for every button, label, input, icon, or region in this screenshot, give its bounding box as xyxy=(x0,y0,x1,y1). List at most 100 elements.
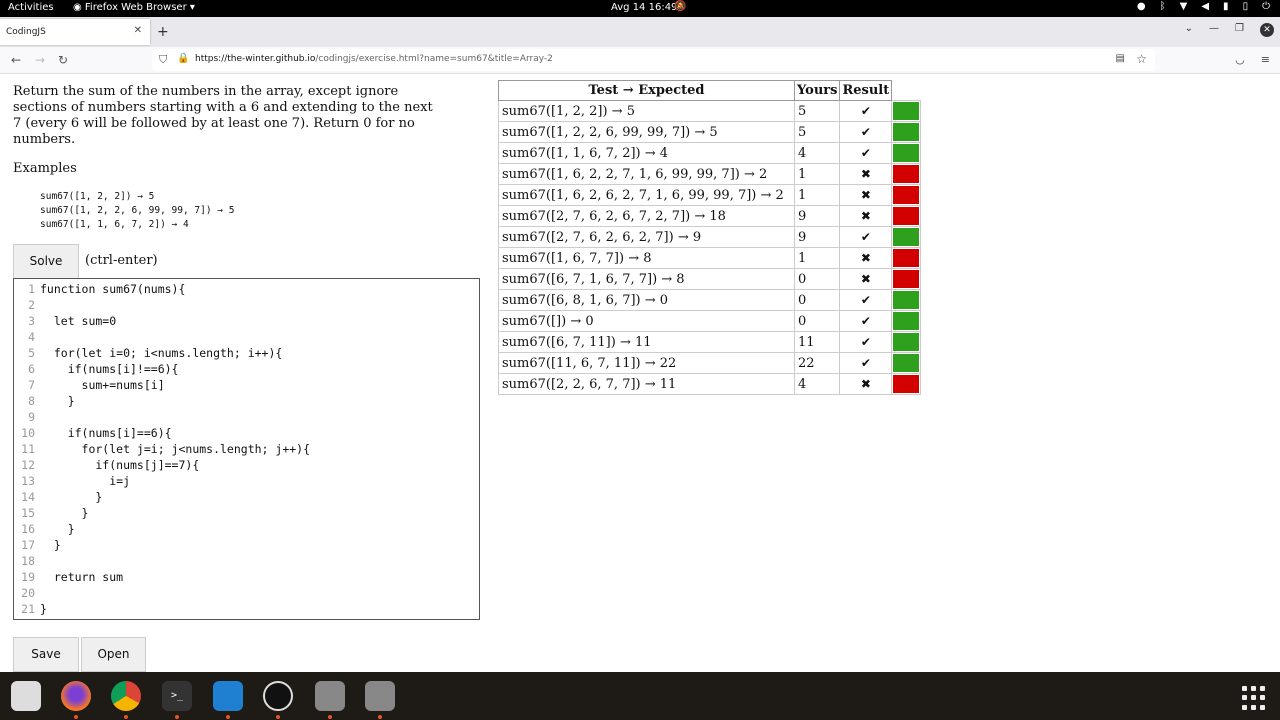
code-line[interactable]: 4 xyxy=(14,330,479,346)
tracking-protection-icon[interactable]: ⛉ xyxy=(159,53,167,67)
reader-view-icon[interactable]: ▤ xyxy=(1116,53,1125,64)
clock[interactable]: Avg 14 16:49 xyxy=(611,2,677,13)
close-tab-icon[interactable]: ✕ xyxy=(134,25,142,36)
open-button[interactable]: Open xyxy=(81,637,146,672)
list-tabs-icon[interactable]: ⌄ xyxy=(1185,23,1193,37)
fail-swatch xyxy=(893,249,920,267)
running-indicator xyxy=(175,715,179,719)
result-row: sum67([6, 8, 1, 6, 7]) → 0 0 ✔ xyxy=(498,289,922,311)
code-line[interactable]: 10 if(nums[i]==6){ xyxy=(14,426,479,442)
ssd-drive-icon[interactable] xyxy=(365,681,395,711)
code-line[interactable]: 19 return sum xyxy=(14,570,479,586)
code-line[interactable]: 17 } xyxy=(14,538,479,554)
check-icon: ✔ xyxy=(839,289,893,311)
code-line[interactable]: 12 if(nums[j]==7){ xyxy=(14,458,479,474)
show-applications-icon[interactable] xyxy=(1242,686,1266,710)
url-bar[interactable]: ⛉ 🔒 https://the-winter.github.io/codingj… xyxy=(152,49,1155,71)
pass-swatch xyxy=(893,333,920,351)
code-line[interactable]: 16 } xyxy=(14,522,479,538)
code-line[interactable]: 15 } xyxy=(14,506,479,522)
code-text: } xyxy=(40,490,103,504)
code-line[interactable]: 8 } xyxy=(14,394,479,410)
firefox-icon[interactable] xyxy=(61,681,91,711)
line-number: 16 xyxy=(21,522,35,536)
status-swatch-cell xyxy=(891,310,922,332)
result-row: sum67([]) → 0 0 ✔ xyxy=(498,310,922,332)
solve-button[interactable]: Solve xyxy=(13,244,79,279)
line-number: 9 xyxy=(28,410,35,424)
line-number: 11 xyxy=(21,442,35,456)
pass-swatch xyxy=(893,144,920,162)
app-menu[interactable]: ◉ Firefox Web Browser ▾ xyxy=(73,2,195,13)
code-editor[interactable]: 1 function sum67(nums){2 3 let sum=0 4 5 for… xyxy=(13,278,480,620)
tab-codingjs[interactable]: CodingJS ✕ xyxy=(0,19,150,45)
code-line[interactable]: 1 function sum67(nums){ xyxy=(14,282,479,298)
url-text[interactable]: https://the-winter.github.io/codingjs/ex… xyxy=(195,54,553,64)
result-row: sum67([2, 7, 6, 2, 6, 2, 7]) → 9 9 ✔ xyxy=(498,226,922,248)
check-icon: ✔ xyxy=(839,310,893,332)
code-line[interactable]: 21} xyxy=(14,602,479,618)
obs-icon[interactable] xyxy=(263,681,293,711)
code-line[interactable]: 13 i=j xyxy=(14,474,479,490)
example-line: sum67([1, 2, 2]) → 5 xyxy=(40,191,155,202)
code-line[interactable]: 5 for(let i=0; i<nums.length; i++){ xyxy=(14,346,479,362)
code-line[interactable]: 6 if(nums[i]!==6){ xyxy=(14,362,479,378)
pass-swatch xyxy=(893,102,920,120)
close-window-icon[interactable]: ✕ xyxy=(1260,23,1274,37)
header-result: Result xyxy=(839,80,893,101)
system-tray[interactable]: ● ᛒ ▼ ◀ ▮ ▯ ⏻ xyxy=(1137,1,1270,12)
reload-icon[interactable]: ↻ xyxy=(58,53,68,67)
code-line[interactable]: 3 let sum=0 xyxy=(14,314,479,330)
test-cell: sum67([1, 6, 2, 6, 2, 7, 1, 6, 99, 99, 7… xyxy=(498,184,795,206)
cross-icon: ✖ xyxy=(839,373,893,395)
code-line[interactable]: 9 xyxy=(14,410,479,426)
yours-cell: 1 xyxy=(793,247,841,269)
status-swatch-cell xyxy=(891,352,922,374)
running-indicator xyxy=(226,715,230,719)
ssd-drive-icon[interactable] xyxy=(315,681,345,711)
status-swatch-cell xyxy=(891,184,922,206)
code-line[interactable]: 7 sum+=nums[i] xyxy=(14,378,479,394)
code-line[interactable]: 11 for(let j=i; j<nums.length; j++){ xyxy=(14,442,479,458)
status-swatch-cell xyxy=(891,226,922,248)
bookmark-star-icon[interactable]: ☆ xyxy=(1136,52,1147,66)
restore-icon[interactable]: ❐ xyxy=(1235,23,1244,37)
check-icon: ✔ xyxy=(839,142,893,164)
terminal-icon[interactable]: >_ xyxy=(162,681,192,711)
forward-icon[interactable]: → xyxy=(35,53,45,67)
vscode-icon[interactable] xyxy=(213,681,243,711)
line-number: 10 xyxy=(21,426,35,440)
files-icon[interactable] xyxy=(11,681,41,711)
yours-cell: 0 xyxy=(793,289,841,311)
code-text: sum+=nums[i] xyxy=(40,378,165,392)
activities-button[interactable]: Activities xyxy=(8,2,54,13)
code-line[interactable]: 2 xyxy=(14,298,479,314)
code-line[interactable]: 18 xyxy=(14,554,479,570)
code-text: for(let i=0; i<nums.length; i++){ xyxy=(40,346,283,360)
line-number: 4 xyxy=(28,330,35,344)
navigation-bar: ← → ↻ ⛉ 🔒 https://the-winter.github.io/c… xyxy=(0,47,1280,74)
code-line[interactable]: 14 } xyxy=(14,490,479,506)
cross-icon: ✖ xyxy=(839,163,893,185)
running-indicator xyxy=(276,715,280,719)
line-number: 7 xyxy=(28,378,35,392)
new-tab-icon[interactable]: + xyxy=(157,24,169,40)
status-swatch-cell xyxy=(891,142,922,164)
yours-cell: 9 xyxy=(793,226,841,248)
result-row: sum67([6, 7, 11]) → 11 11 ✔ xyxy=(498,331,922,353)
status-swatch-cell xyxy=(891,289,922,311)
back-icon[interactable]: ← xyxy=(11,53,21,67)
pocket-icon[interactable]: ◡ xyxy=(1235,53,1245,66)
lock-icon[interactable]: 🔒 xyxy=(177,53,189,64)
yours-cell: 22 xyxy=(793,352,841,374)
result-row: sum67([1, 6, 2, 6, 2, 7, 1, 6, 99, 99, 7… xyxy=(498,184,922,206)
menu-icon[interactable]: ≡ xyxy=(1261,53,1270,66)
code-line[interactable]: 20 xyxy=(14,586,479,602)
save-button[interactable]: Save xyxy=(13,637,79,672)
chrome-icon[interactable] xyxy=(111,681,141,711)
example-line: sum67([1, 1, 6, 7, 2]) → 4 xyxy=(40,219,189,230)
code-text: function sum67(nums){ xyxy=(40,282,186,296)
result-row: sum67([6, 7, 1, 6, 7, 7]) → 8 0 ✖ xyxy=(498,268,922,290)
minimize-icon[interactable]: — xyxy=(1209,23,1219,37)
volume-icon: ◀ xyxy=(1201,1,1210,12)
